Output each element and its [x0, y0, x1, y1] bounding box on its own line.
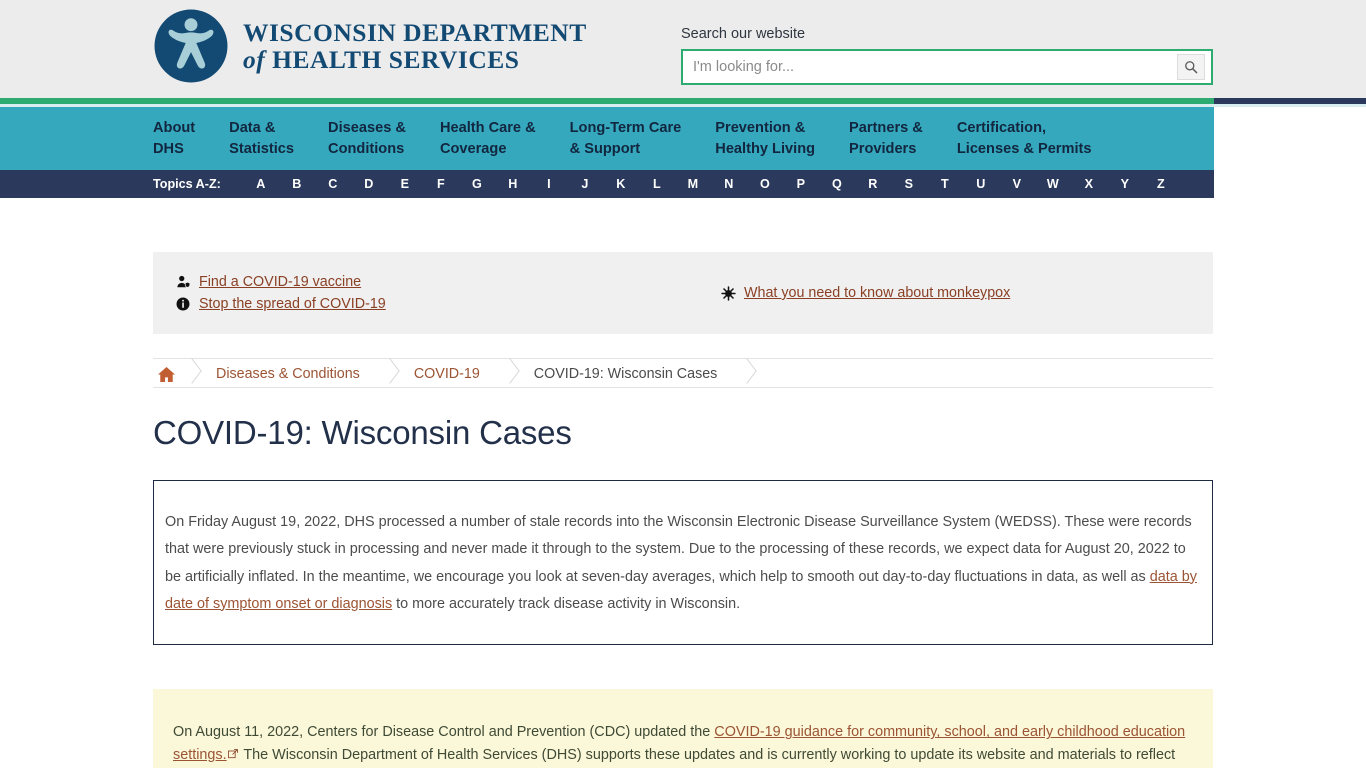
az-letter-n[interactable]: N	[711, 177, 747, 191]
virus-icon	[720, 285, 736, 301]
alert-link-find-vaccine[interactable]: Find a COVID-19 vaccine	[199, 274, 361, 290]
cdc-guidance-notice-box: On August 11, 2022, Centers for Disease …	[153, 689, 1213, 768]
logo-line-1: WISCONSIN DEPARTMENT	[243, 17, 587, 47]
external-link-icon	[227, 744, 238, 767]
az-letter-o[interactable]: O	[747, 177, 783, 191]
site-header: WISCONSIN DEPARTMENT of HEALTH SERVICES …	[0, 0, 1366, 98]
nav-item-certification-licenses[interactable]: Certification, Licenses & Permits	[957, 118, 1092, 159]
page-title: COVID-19: Wisconsin Cases	[153, 414, 572, 451]
breadcrumb-item-current: COVID-19: Wisconsin Cases	[533, 366, 718, 382]
dhs-person-circle-logo-icon	[154, 9, 228, 83]
az-letter-x[interactable]: X	[1071, 177, 1107, 191]
covid-alert-left-column: Find a COVID-19 vaccine Stop the spread …	[175, 271, 720, 315]
nav-item-long-term-care[interactable]: Long-Term Care & Support	[570, 118, 682, 159]
alert-link-monkeypox[interactable]: What you need to know about monkeypox	[744, 285, 1010, 301]
az-letter-e[interactable]: E	[387, 177, 423, 191]
covid-alert-right-column: What you need to know about monkeypox	[720, 282, 1010, 304]
nav-item-about-dhs[interactable]: About DHS	[153, 118, 195, 159]
az-letter-k[interactable]: K	[603, 177, 639, 191]
alert-row-monkeypox[interactable]: What you need to know about monkeypox	[720, 282, 1010, 304]
az-letter-m[interactable]: M	[675, 177, 711, 191]
az-letter-b[interactable]: B	[279, 177, 315, 191]
site-search: Search our website	[681, 26, 1213, 85]
breadcrumb-separator	[184, 360, 198, 388]
az-letter-r[interactable]: R	[855, 177, 891, 191]
az-letter-w[interactable]: W	[1035, 177, 1071, 191]
topics-az-label: Topics A-Z:	[153, 177, 221, 191]
breadcrumb-item-covid-19[interactable]: COVID-19	[396, 360, 502, 388]
breadcrumb-home-link[interactable]	[153, 366, 184, 383]
breadcrumb-item-diseases-conditions[interactable]: Diseases & Conditions	[198, 360, 382, 388]
data-notice-part-1: On Friday August 19, 2022, DHS processed…	[165, 514, 1192, 585]
data-notice-text: On Friday August 19, 2022, DHS processed…	[165, 509, 1201, 617]
data-notice-box: On Friday August 19, 2022, DHS processed…	[153, 480, 1213, 646]
search-submit-button[interactable]	[1177, 54, 1205, 80]
logo-line-2-text: HEALTH SERVICES	[272, 45, 520, 74]
az-letter-y[interactable]: Y	[1107, 177, 1143, 191]
az-letter-t[interactable]: T	[927, 177, 963, 191]
search-box	[681, 49, 1213, 85]
alert-row-find-vaccine[interactable]: Find a COVID-19 vaccine	[175, 271, 720, 293]
az-letter-j[interactable]: J	[567, 177, 603, 191]
cdc-guidance-part-1: On August 11, 2022, Centers for Disease …	[173, 724, 715, 741]
person-shield-icon	[175, 275, 191, 289]
breadcrumb-separator	[382, 360, 396, 388]
az-letter-v[interactable]: V	[999, 177, 1035, 191]
search-icon	[1185, 61, 1198, 74]
cdc-guidance-part-2: The Wisconsin Department of Health Servi…	[243, 747, 1176, 764]
info-circle-icon	[175, 297, 191, 311]
breadcrumb-separator	[502, 360, 516, 388]
home-icon	[158, 366, 175, 382]
header-accent-green	[0, 98, 1214, 104]
az-letter-s[interactable]: S	[891, 177, 927, 191]
main-navigation: About DHS Data & Statistics Diseases & C…	[0, 107, 1214, 170]
az-letter-q[interactable]: Q	[819, 177, 855, 191]
nav-item-prevention-healthy[interactable]: Prevention & Healthy Living	[715, 118, 815, 159]
covid-alert-bar: Find a COVID-19 vaccine Stop the spread …	[153, 252, 1213, 334]
az-letter-l[interactable]: L	[639, 177, 675, 191]
nav-item-health-care-coverage[interactable]: Health Care & Coverage	[440, 118, 536, 159]
search-label: Search our website	[681, 26, 806, 42]
nav-item-data-statistics[interactable]: Data & Statistics	[229, 118, 294, 159]
logo-line-2: of HEALTH SERVICES	[243, 46, 587, 73]
az-letter-d[interactable]: D	[351, 177, 387, 191]
alert-link-stop-spread[interactable]: Stop the spread of COVID-19	[199, 296, 386, 312]
search-input[interactable]	[683, 51, 1177, 83]
logo-of-word: of	[243, 45, 266, 74]
logo-wordmark: WISCONSIN DEPARTMENT of HEALTH SERVICES	[243, 19, 587, 73]
az-letter-p[interactable]: P	[783, 177, 819, 191]
header-accent-strip	[0, 98, 1366, 104]
topics-az-bar: Topics A-Z: A B C D E F G H I J K L M N …	[0, 170, 1214, 198]
az-letter-c[interactable]: C	[315, 177, 351, 191]
alert-row-stop-spread[interactable]: Stop the spread of COVID-19	[175, 293, 720, 315]
az-letter-h[interactable]: H	[495, 177, 531, 191]
az-letter-i[interactable]: I	[531, 177, 567, 191]
az-letter-a[interactable]: A	[243, 177, 279, 191]
nav-item-partners-providers[interactable]: Partners & Providers	[849, 118, 923, 159]
site-logo[interactable]: WISCONSIN DEPARTMENT of HEALTH SERVICES	[153, 8, 587, 84]
az-letter-u[interactable]: U	[963, 177, 999, 191]
data-notice-part-2: to more accurately track disease activit…	[392, 595, 741, 612]
az-letter-g[interactable]: G	[459, 177, 495, 191]
page-body: Find a COVID-19 vaccine Stop the spread …	[0, 252, 1366, 768]
breadcrumb: Diseases & Conditions COVID-19 COVID-19:…	[153, 358, 1213, 388]
breadcrumb-separator	[739, 360, 753, 388]
cdc-guidance-text: On August 11, 2022, Centers for Disease …	[173, 721, 1193, 768]
nav-item-diseases-conditions[interactable]: Diseases & Conditions	[328, 118, 406, 159]
az-letter-z[interactable]: Z	[1143, 177, 1179, 191]
az-letter-f[interactable]: F	[423, 177, 459, 191]
